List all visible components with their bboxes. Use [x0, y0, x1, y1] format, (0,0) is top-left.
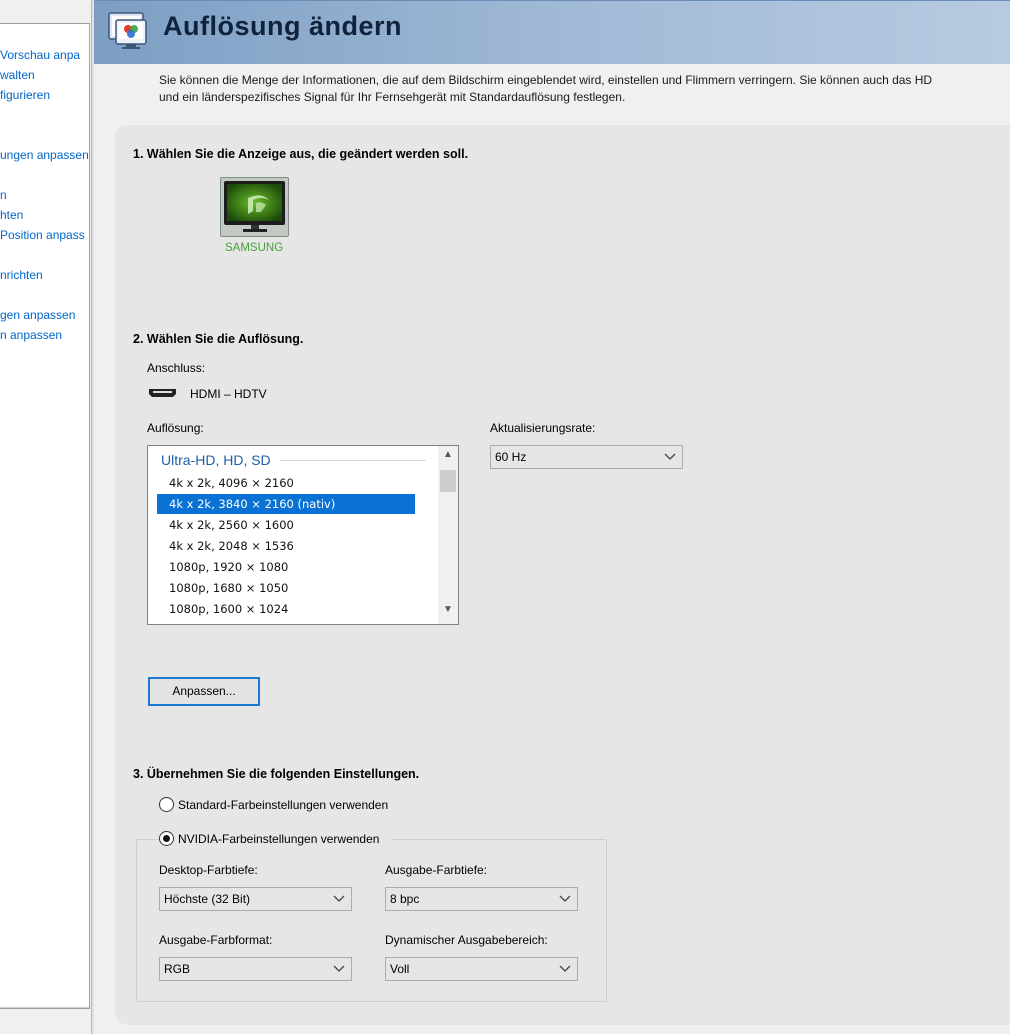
resolution-label: Auflösung:: [147, 421, 204, 435]
step1-title: 1. Wählen Sie die Anzeige aus, die geänd…: [133, 147, 469, 161]
connection-value: HDMI – HDTV: [190, 387, 267, 401]
radio-default-label: Standard-Farbeinstellungen verwenden: [178, 797, 389, 812]
pane-splitter[interactable]: [91, 0, 94, 1034]
desktop-depth-dropdown[interactable]: Höchste (32 Bit): [159, 887, 352, 911]
customize-button[interactable]: Anpassen...: [148, 677, 260, 706]
resolution-option[interactable]: 4k x 2k, 2048 × 1536: [157, 536, 415, 556]
radio-nvidia-colors[interactable]: NVIDIA-Farbeinstellungen verwenden: [159, 831, 392, 846]
resolution-listbox[interactable]: Ultra-HD, HD, SD 4k x 2k, 4096 × 2160 4k…: [147, 445, 459, 625]
chevron-down-icon: [333, 965, 345, 972]
refresh-rate-value: 60 Hz: [495, 450, 527, 464]
refresh-rate-label: Aktualisierungsrate:: [490, 421, 596, 435]
radio-button-checked[interactable]: [159, 831, 174, 846]
resolution-option[interactable]: 4k x 2k, 2560 × 1600: [157, 515, 415, 535]
output-depth-label: Ausgabe-Farbtiefe:: [385, 863, 488, 877]
step3-title: 3. Übernehmen Sie die folgenden Einstell…: [133, 767, 420, 781]
resolution-option[interactable]: 1080p, 1680 × 1050: [157, 578, 415, 598]
sidebar-item-adjust[interactable]: ungen anpassen: [0, 148, 89, 162]
sidebar-item-hten[interactable]: hten: [0, 208, 23, 222]
desktop-depth-value: Höchste (32 Bit): [164, 892, 251, 906]
output-format-dropdown[interactable]: RGB: [159, 957, 352, 981]
radio-default-colors[interactable]: Standard-Farbeinstellungen verwenden: [159, 797, 388, 812]
desktop-depth-label: Desktop-Farbtiefe:: [159, 863, 258, 877]
page-description: Sie können die Menge der Informationen, …: [159, 72, 1010, 106]
hdmi-connector-icon: [149, 389, 176, 397]
nvidia-monitor-icon: [224, 181, 285, 232]
resolution-scrollbar[interactable]: ▲ ▼: [438, 446, 458, 624]
dynamic-range-value: Voll: [390, 962, 410, 976]
sidebar-item-position[interactable]: Position anpass: [0, 228, 85, 242]
page-header: Auflösung ändern: [94, 0, 1010, 64]
dynamic-range-dropdown[interactable]: Voll: [385, 957, 578, 981]
sidebar-item-setup[interactable]: nrichten: [0, 268, 43, 282]
sidebar-horizontal-scrollbar[interactable]: ›: [0, 1007, 89, 1008]
sidebar-item-manage[interactable]: walten: [0, 68, 35, 82]
display-select-samsung[interactable]: [220, 177, 289, 237]
resolution-option[interactable]: 1080p, 1920 × 1080: [157, 557, 415, 577]
group-divider: [280, 460, 426, 461]
sidebar-item-adjust-2[interactable]: gen anpassen: [0, 308, 75, 322]
chevron-down-icon: [664, 453, 676, 460]
dynamic-range-label: Dynamischer Ausgabebereich:: [385, 933, 548, 947]
connection-label: Anschluss:: [147, 361, 206, 375]
resolution-option[interactable]: 4k x 2k, 4096 × 2160: [157, 473, 415, 493]
scroll-down-icon[interactable]: ▼: [443, 604, 453, 615]
output-format-value: RGB: [164, 962, 191, 976]
output-depth-value: 8 bpc: [390, 892, 420, 906]
chevron-down-icon: [559, 965, 571, 972]
description-line-2: und ein länderspezifisches Signal für Ih…: [159, 90, 626, 104]
sidebar-item-n[interactable]: n: [0, 188, 7, 202]
resolution-option-selected[interactable]: 4k x 2k, 3840 × 2160 (nativ): [157, 494, 415, 514]
resolution-group-header: Ultra-HD, HD, SD: [161, 452, 271, 468]
output-depth-dropdown[interactable]: 8 bpc: [385, 887, 578, 911]
sidebar-item-configure[interactable]: figurieren: [0, 88, 50, 102]
scrollbar-thumb[interactable]: [440, 470, 456, 492]
chevron-down-icon: [559, 895, 571, 902]
display-name-label: SAMSUNG: [225, 242, 284, 254]
display-settings-icon: [108, 12, 147, 49]
scroll-up-icon[interactable]: ▲: [443, 449, 453, 460]
refresh-rate-dropdown[interactable]: 60 Hz: [490, 445, 683, 469]
sidebar-item-preview[interactable]: Vorschau anpa: [0, 48, 80, 62]
sidebar-item-adjust-3[interactable]: n anpassen: [0, 328, 62, 342]
navigation-tree: Vorschau anpa walten figurieren ungen an…: [0, 23, 90, 1009]
description-line-1: Sie können die Menge der Informationen, …: [159, 73, 933, 87]
navigation-pane: Vorschau anpa walten figurieren ungen an…: [0, 0, 90, 1034]
resolution-option[interactable]: 1080p, 1600 × 1024: [157, 599, 415, 619]
chevron-down-icon: [333, 895, 345, 902]
radio-nvidia-label: NVIDIA-Farbeinstellungen verwenden: [178, 831, 380, 846]
output-format-label: Ausgabe-Farbformat:: [159, 933, 273, 947]
step2-title: 2. Wählen Sie die Auflösung.: [133, 332, 304, 346]
page-title: Auflösung ändern: [163, 11, 402, 41]
radio-button[interactable]: [159, 797, 174, 812]
